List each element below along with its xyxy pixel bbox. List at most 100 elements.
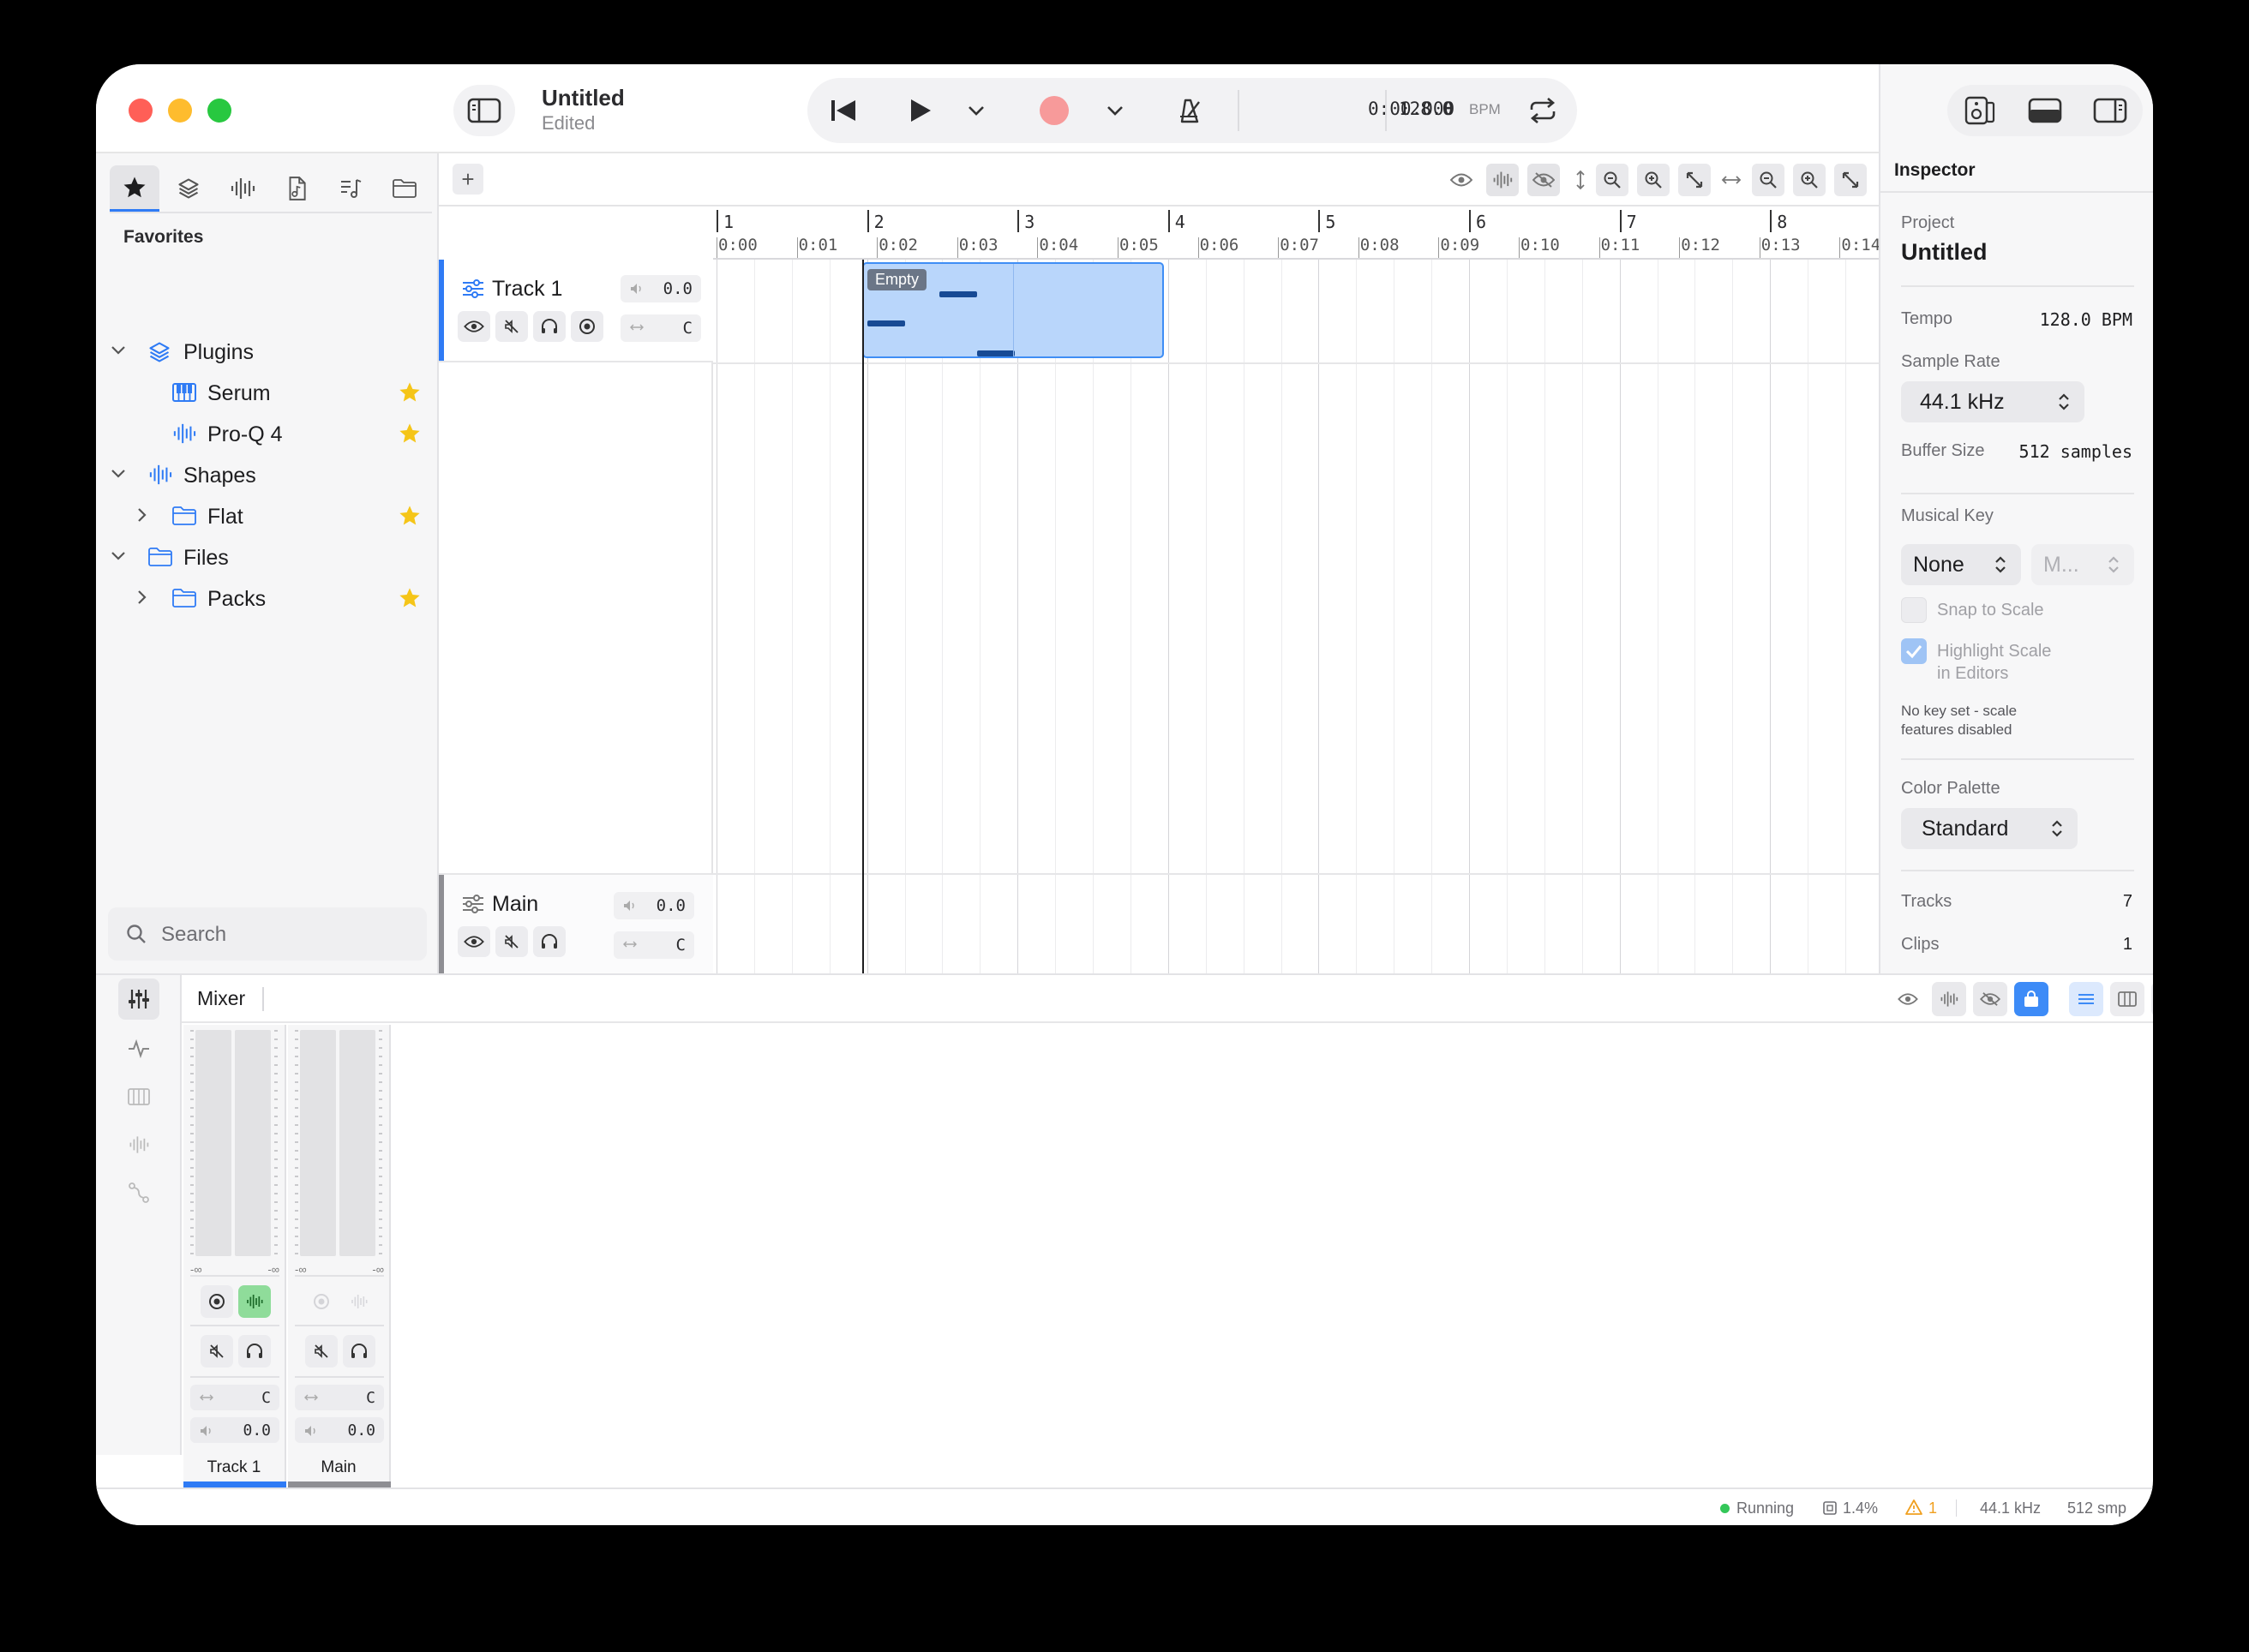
toggle-inspector-button[interactable]: [2078, 85, 2143, 136]
strip-record-arm-button[interactable]: [201, 1285, 233, 1318]
show-waveforms-button[interactable]: [1486, 164, 1519, 196]
track-mute-button[interactable]: [495, 311, 528, 342]
chevron-down-icon[interactable]: [110, 466, 127, 482]
strip-name-main[interactable]: Main: [288, 1452, 391, 1483]
track-settings-icon[interactable]: [461, 278, 485, 299]
sample-rate-select[interactable]: 44.1 kHz: [1901, 381, 2084, 422]
star-icon[interactable]: [398, 380, 422, 404]
horizontal-fit-button[interactable]: [1834, 164, 1867, 196]
mixer-split-layout-button[interactable]: [2151, 982, 2153, 1016]
tree-item-pro-q-4[interactable]: Pro-Q 4: [110, 414, 432, 453]
track-header-main[interactable]: Main 0.0 C: [439, 873, 713, 973]
tab-plugins[interactable]: [164, 165, 213, 212]
timeline-ruler[interactable]: 1 2 3 4 5 6 7 8 0:00 0:01 0:02 0:03 0:04 0:05 0:06 0:07…: [713, 206, 1879, 260]
metronome-button[interactable]: [1160, 78, 1215, 143]
tree-item-packs[interactable]: Packs: [110, 578, 432, 618]
vertical-fit-button[interactable]: [1678, 164, 1711, 196]
warning-icon[interactable]: [1904, 1499, 1923, 1516]
browser-search-field[interactable]: Search: [108, 907, 427, 961]
scale-mode-select[interactable]: M...: [2031, 544, 2134, 585]
midi-note[interactable]: [939, 291, 977, 297]
midi-clip[interactable]: Empty: [862, 262, 1164, 358]
tab-favorites[interactable]: [110, 165, 159, 212]
strip-pan-field[interactable]: C: [190, 1385, 279, 1410]
bpm-display[interactable]: 128.0: [1399, 99, 1453, 119]
track-name[interactable]: Main: [492, 892, 538, 917]
strip-solo-button[interactable]: [238, 1335, 271, 1368]
track-volume-field[interactable]: 0.0: [614, 892, 694, 919]
vertical-zoom-in-button[interactable]: [1637, 164, 1670, 196]
strip-volume-field[interactable]: 0.0: [190, 1417, 279, 1443]
strip-name-track-1[interactable]: Track 1: [183, 1452, 286, 1483]
star-icon[interactable]: [398, 504, 422, 528]
minimize-window-button[interactable]: [168, 99, 192, 123]
musical-key-select[interactable]: None: [1901, 544, 2021, 585]
horizontal-zoom-in-button[interactable]: [1793, 164, 1826, 196]
track-mute-button[interactable]: [495, 926, 528, 957]
strip-mute-button[interactable]: [305, 1335, 338, 1368]
mixer-meters-button[interactable]: [1932, 982, 1966, 1016]
color-palette-select[interactable]: Standard: [1901, 808, 2078, 849]
chevron-down-icon[interactable]: [110, 548, 127, 564]
strip-volume-field[interactable]: 0.0: [295, 1417, 384, 1443]
track-visibility-button[interactable]: [458, 311, 490, 342]
strip-pan-field[interactable]: C: [295, 1385, 384, 1410]
chevron-right-icon[interactable]: [134, 507, 151, 523]
strip-solo-button[interactable]: [343, 1335, 375, 1368]
midi-note[interactable]: [977, 350, 1015, 356]
strip-mute-button[interactable]: [201, 1335, 233, 1368]
tab-files[interactable]: [380, 165, 429, 212]
rail-audio-editor-button[interactable]: [118, 1124, 159, 1165]
buffer-size-value[interactable]: 512 samples: [2019, 441, 2132, 462]
vertical-zoom-out-button[interactable]: [1596, 164, 1628, 196]
tree-item-plugins[interactable]: Plugins: [110, 332, 432, 371]
tree-item-files[interactable]: Files: [110, 537, 432, 577]
tree-item-flat[interactable]: Flat: [110, 496, 432, 536]
track-solo-button[interactable]: [533, 926, 566, 957]
loop-button[interactable]: [1515, 78, 1570, 143]
mixer-lock-button[interactable]: [2014, 982, 2048, 1016]
chevron-right-icon[interactable]: [134, 590, 151, 605]
tempo-value[interactable]: 128.0 BPM: [2040, 309, 2132, 330]
record-button[interactable]: [1027, 78, 1082, 143]
chevron-down-icon[interactable]: [110, 343, 127, 358]
rail-mixer-button[interactable]: [118, 979, 159, 1020]
record-options-button[interactable]: [1094, 78, 1136, 143]
track-name[interactable]: Track 1: [492, 277, 562, 302]
midi-note[interactable]: [867, 320, 905, 326]
toggle-bottom-panel-button[interactable]: [2012, 85, 2078, 136]
track-solo-button[interactable]: [533, 311, 566, 342]
track-visibility-button[interactable]: [458, 926, 490, 957]
rail-piano-roll-button[interactable]: [118, 1076, 159, 1117]
play-button[interactable]: [893, 78, 948, 143]
tab-samples[interactable]: [218, 165, 267, 212]
track-settings-icon[interactable]: [461, 894, 485, 914]
skip-to-start-button[interactable]: [816, 78, 871, 143]
track-record-arm-button[interactable]: [571, 311, 603, 342]
sidebar-toggle-button[interactable]: [453, 85, 515, 136]
track-header-track-1[interactable]: Track 1 0.0 C: [439, 260, 713, 362]
tab-midi[interactable]: [326, 165, 375, 212]
rail-automation-button[interactable]: [118, 1028, 159, 1069]
playhead[interactable]: [862, 260, 864, 973]
star-icon[interactable]: [398, 586, 422, 610]
hide-button[interactable]: [1527, 164, 1560, 196]
horizontal-zoom-out-button[interactable]: [1752, 164, 1784, 196]
warning-count[interactable]: 1: [1928, 1499, 1937, 1517]
tree-item-shapes[interactable]: Shapes: [110, 455, 432, 494]
tree-item-serum[interactable]: Serum: [110, 373, 432, 412]
track-lanes[interactable]: Empty: [713, 260, 1879, 973]
highlight-scale-checkbox[interactable]: [1901, 638, 1927, 664]
close-window-button[interactable]: [129, 99, 153, 123]
show-automation-button[interactable]: [1445, 164, 1478, 196]
track-pan-field[interactable]: C: [614, 931, 694, 959]
play-options-button[interactable]: [955, 78, 998, 143]
toggle-library-button[interactable]: [1947, 85, 2012, 136]
zoom-window-button[interactable]: [207, 99, 231, 123]
add-track-button[interactable]: +: [453, 164, 483, 195]
mixer-hide-button[interactable]: [1973, 982, 2007, 1016]
tab-audio-files[interactable]: [272, 165, 321, 212]
track-pan-field[interactable]: C: [621, 314, 701, 342]
rail-routing-button[interactable]: [118, 1172, 159, 1213]
mixer-columns-layout-button[interactable]: [2110, 982, 2144, 1016]
